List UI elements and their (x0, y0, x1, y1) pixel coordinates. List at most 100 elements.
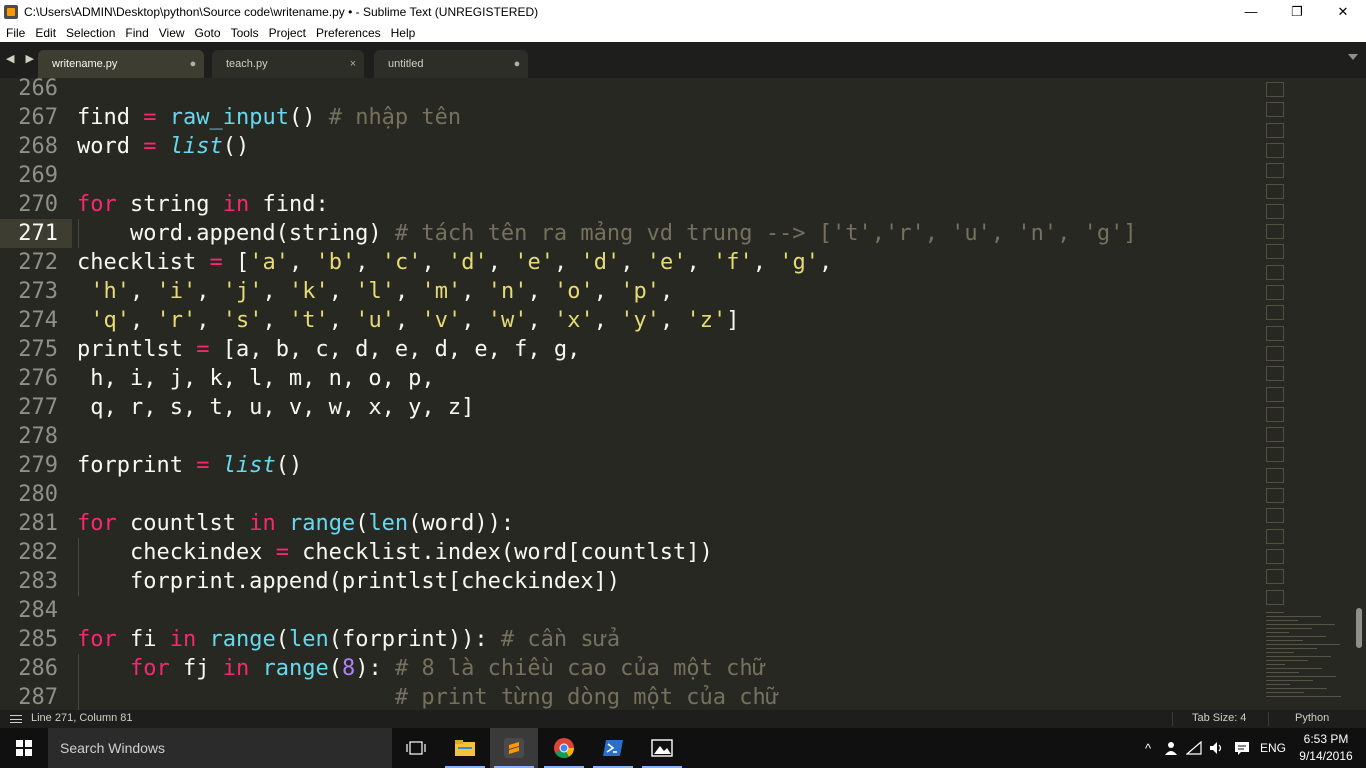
minimap-code-line (1266, 636, 1326, 637)
search-windows-box[interactable]: Search Windows (48, 728, 392, 768)
scroll-thumb[interactable] (1356, 608, 1362, 648)
code-token: 'j' (222, 279, 263, 304)
code-token: 'w' (487, 308, 528, 333)
code-line[interactable]: word.append(string) # tách tên ra mảng v… (77, 219, 1137, 248)
code-editor[interactable]: 266 267 268 269 270 271 272 273 274 275 276 277 278 2… (0, 78, 1366, 710)
code-line[interactable]: checkindex = checklist.index(word[countl… (77, 538, 713, 567)
code-line[interactable]: for countlst in range(len(word)): (77, 509, 514, 538)
clock[interactable]: 6:53 PM 9/14/2016 (1296, 731, 1356, 765)
start-button[interactable] (0, 728, 48, 768)
task-view-button[interactable] (392, 728, 440, 768)
unsaved-dot-icon[interactable]: ● (182, 58, 204, 70)
code-token: checkindex (77, 540, 276, 565)
restore-button[interactable]: ❐ (1274, 0, 1320, 23)
menu-project[interactable]: Project (263, 26, 310, 40)
code-token: , (686, 250, 713, 275)
unsaved-dot-icon[interactable]: ● (506, 58, 528, 70)
code-token: # cần sửa (500, 627, 621, 652)
tab-overflow-icon[interactable] (1348, 54, 1358, 60)
code-token: 'q' (90, 308, 130, 333)
tab-untitled[interactable]: untitled ● (374, 50, 528, 78)
code-line[interactable]: # print từng dòng một của chữ (77, 683, 779, 710)
show-hidden-icons-icon[interactable]: ^ (1140, 740, 1156, 756)
photos-button[interactable] (638, 728, 686, 768)
minimap-code-line (1266, 656, 1331, 657)
menu-preferences[interactable]: Preferences (310, 26, 385, 40)
code-token: checklist.index(word[countlst]) (288, 540, 713, 565)
indent-guide (78, 683, 79, 710)
menu-tools[interactable]: Tools (225, 26, 263, 40)
indent-guide (78, 538, 79, 567)
code-token: 'e' (514, 250, 554, 275)
minimize-button[interactable]: — (1228, 0, 1274, 23)
code-token: , (593, 308, 621, 333)
network-icon[interactable] (1186, 740, 1202, 756)
minimap[interactable] (1262, 78, 1352, 710)
menu-find[interactable]: Find (119, 26, 152, 40)
code-line[interactable]: forprint.append(printlst[checkindex]) (77, 567, 620, 596)
code-token: find (77, 105, 144, 130)
code-line[interactable]: checklist = ['a', 'b', 'c', 'd', 'e', 'd… (77, 248, 832, 277)
code-line[interactable]: 'h', 'i', 'j', 'k', 'l', 'm', 'n', 'o', … (77, 277, 673, 306)
menu-help[interactable]: Help (385, 26, 420, 40)
menu-selection[interactable]: Selection (60, 26, 119, 40)
code-line[interactable]: h, i, j, k, l, m, n, o, p, (77, 364, 434, 393)
tab-navigation-arrows[interactable]: ◀ ▶ (6, 52, 38, 65)
code-line[interactable]: for string in find: (77, 190, 329, 219)
minimap-block (1266, 82, 1284, 97)
clock-date: 9/14/2016 (1299, 749, 1353, 763)
code-line[interactable]: q, r, s, t, u, v, w, x, y, z] (77, 393, 474, 422)
tab-bar: ◀ ▶ writename.py ● teach.py × untitled ● (0, 42, 1366, 78)
chrome-icon (554, 738, 574, 758)
menu-edit[interactable]: Edit (29, 26, 60, 40)
menu-goto[interactable]: Goto (189, 26, 225, 40)
powershell-button[interactable] (589, 728, 637, 768)
code-token: for (77, 511, 117, 536)
code-token: # 8 là chiều cao của một chữ (394, 656, 766, 681)
title-bar: C:\Users\ADMIN\Desktop\python\Source cod… (0, 0, 1366, 23)
tab-label: writename.py (52, 58, 118, 70)
minimap-code-line (1266, 640, 1303, 641)
code-line[interactable]: for fj in range(8): # 8 là chiều cao của… (77, 654, 766, 683)
line-number: 274 (18, 308, 58, 333)
code-line[interactable]: for fi in range(len(forprint)): # cần sử… (77, 625, 620, 654)
code-token: 'e' (646, 250, 687, 275)
line-number: 270 (18, 192, 58, 217)
tab-writename[interactable]: writename.py ● (38, 50, 204, 78)
minimap-block (1266, 406, 1284, 422)
people-icon[interactable] (1163, 740, 1179, 756)
code-token: list (222, 453, 276, 478)
syntax-selector[interactable]: Python (1295, 712, 1329, 724)
action-center-icon[interactable] (1234, 740, 1250, 756)
menu-file[interactable]: File (0, 26, 29, 40)
code-token: in (222, 656, 250, 681)
chrome-button[interactable] (540, 728, 588, 768)
line-number: 281 (18, 511, 58, 536)
code-token: countlst (116, 511, 250, 536)
code-area[interactable]: find = raw_input() # nhập tên word = list… (77, 78, 1257, 710)
cursor-position: Line 271, Column 81 (31, 712, 133, 724)
input-language[interactable]: ENG (1260, 741, 1286, 755)
close-icon[interactable]: × (342, 58, 364, 70)
minimap-block (1266, 122, 1284, 138)
panel-toggle-icon[interactable] (10, 715, 22, 723)
code-line[interactable]: printlst = [a, b, c, d, e, d, e, f, g, (77, 335, 580, 364)
volume-icon[interactable] (1209, 740, 1225, 756)
code-line[interactable]: forprint = list() (77, 451, 302, 480)
sublime-text-taskbar-button[interactable] (490, 728, 538, 768)
code-line[interactable]: word = list() (77, 132, 249, 161)
code-token: 'o' (554, 279, 594, 304)
close-button[interactable]: ✕ (1320, 0, 1366, 23)
code-line[interactable]: 'q', 'r', 's', 't', 'u', 'v', 'w', 'x', … (77, 306, 739, 335)
minimap-block (1266, 102, 1284, 118)
tab-size-selector[interactable]: Tab Size: 4 (1192, 712, 1246, 724)
minimap-block (1266, 569, 1284, 585)
code-line[interactable]: find = raw_input() # nhập tên (77, 103, 461, 132)
menu-view[interactable]: View (153, 26, 189, 40)
minimap-code-line (1266, 664, 1285, 665)
tab-teach[interactable]: teach.py × (212, 50, 364, 78)
vertical-scrollbar[interactable] (1354, 78, 1366, 710)
file-explorer-button[interactable] (441, 728, 489, 768)
code-token: (word)): (408, 511, 515, 536)
